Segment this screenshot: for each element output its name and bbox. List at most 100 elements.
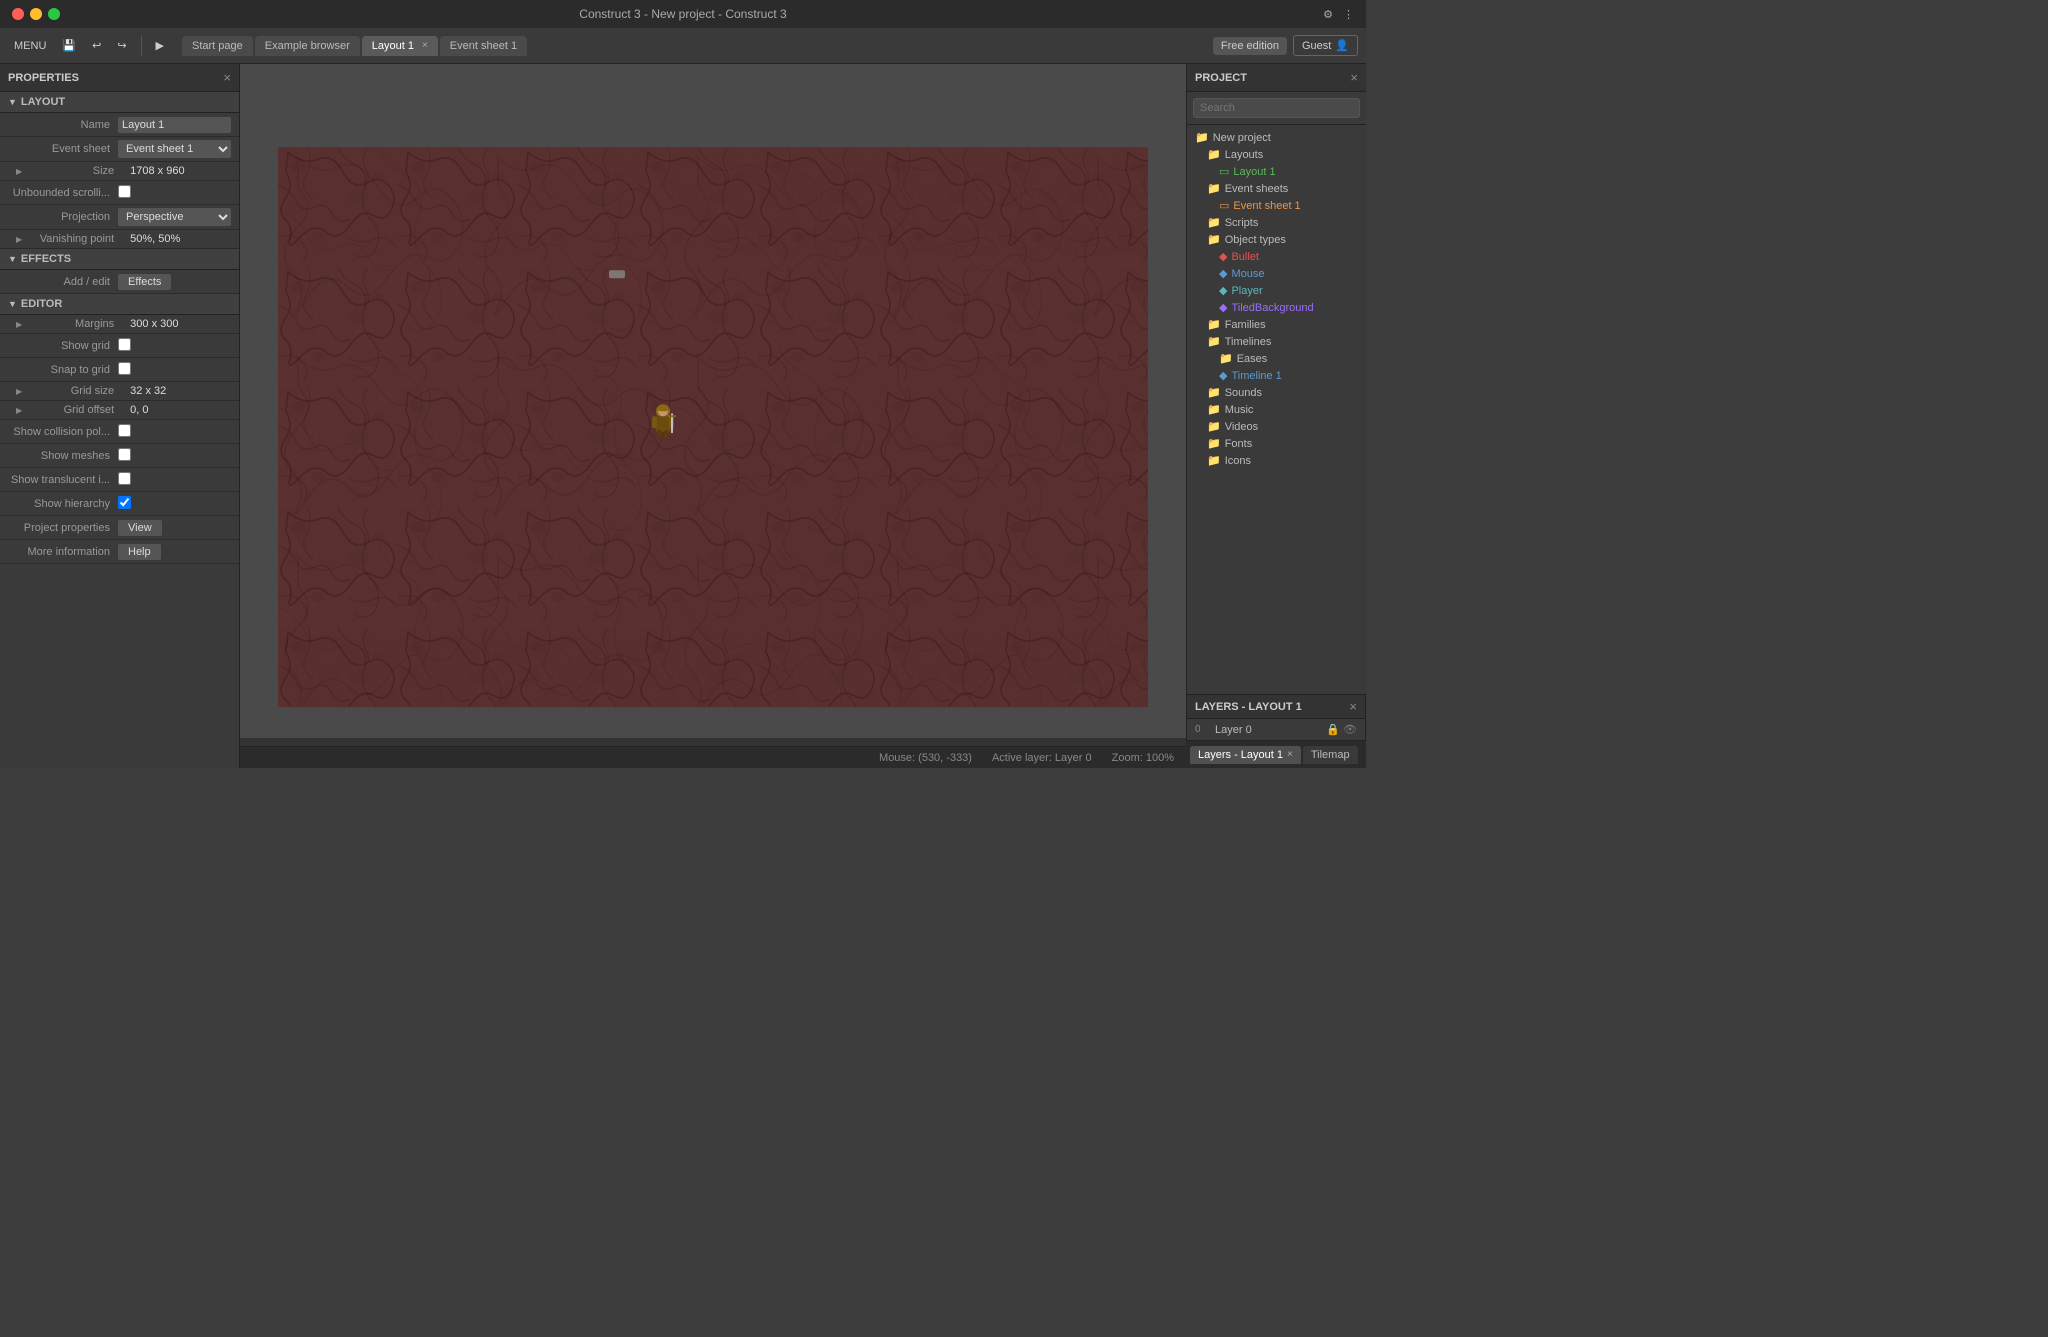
- show-grid-checkbox[interactable]: [118, 338, 131, 351]
- prop-snap-to-grid-label: Snap to grid: [8, 364, 118, 376]
- name-input[interactable]: [118, 117, 231, 133]
- folder-icon: 📁: [1207, 335, 1221, 348]
- tiledbg-icon: ◆: [1219, 301, 1227, 314]
- tree-item-label: Object types: [1225, 234, 1286, 246]
- collision-checkbox[interactable]: [118, 424, 131, 437]
- meshes-checkbox[interactable]: [118, 448, 131, 461]
- undo-button[interactable]: ↩: [86, 36, 107, 55]
- tree-item-new-project[interactable]: 📁 New project: [1187, 129, 1366, 146]
- tab-layers-layout1[interactable]: Layers - Layout 1 ×: [1190, 746, 1301, 764]
- status-bar: Mouse: (530, -333) Active layer: Layer 0…: [240, 746, 1186, 768]
- prop-grid-offset-value: 0, 0: [130, 404, 231, 416]
- prop-unbounded: Unbounded scrolli...: [0, 181, 239, 205]
- tree-item-timeline1[interactable]: ◆ Timeline 1: [1187, 367, 1366, 384]
- effects-button[interactable]: Effects: [118, 274, 171, 290]
- folder-icon: 📁: [1207, 216, 1221, 229]
- tree-item-music[interactable]: 📁 Music: [1187, 401, 1366, 418]
- folder-icon: 📁: [1219, 352, 1233, 365]
- folder-icon: 📁: [1207, 233, 1221, 246]
- prop-size-value: 1708 x 960: [130, 165, 231, 177]
- layers-panel-title: LAYERS - LAYOUT 1: [1195, 701, 1302, 713]
- lock-icon[interactable]: 🔒: [1326, 723, 1340, 736]
- canvas-area[interactable]: Mouse: (530, -333) Active layer: Layer 0…: [240, 64, 1186, 768]
- layers-panel-close[interactable]: ×: [1349, 699, 1357, 714]
- hierarchy-checkbox[interactable]: [118, 496, 131, 509]
- prop-translucent-value: [118, 472, 231, 488]
- play-button[interactable]: ▶: [150, 36, 170, 55]
- tree-item-families[interactable]: 📁 Families: [1187, 316, 1366, 333]
- tree-item-label: Bullet: [1231, 251, 1259, 263]
- tree-item-bullet[interactable]: ◆ Bullet: [1187, 248, 1366, 265]
- tree-item-sounds[interactable]: 📁 Sounds: [1187, 384, 1366, 401]
- snap-to-grid-checkbox[interactable]: [118, 362, 131, 375]
- layer-row-0[interactable]: 0 Layer 0 🔒 👁: [1187, 719, 1365, 740]
- layout-canvas[interactable]: [278, 147, 1148, 707]
- tree-item-scripts[interactable]: 📁 Scripts: [1187, 214, 1366, 231]
- guest-button[interactable]: Guest 👤: [1293, 35, 1358, 56]
- tab-events1-label: Event sheet 1: [450, 40, 517, 52]
- project-search-input[interactable]: [1193, 98, 1360, 118]
- tree-item-timelines[interactable]: 📁 Timelines: [1187, 333, 1366, 350]
- tree-item-icons[interactable]: 📁 Icons: [1187, 452, 1366, 469]
- close-button[interactable]: [12, 8, 24, 20]
- editor-section-header[interactable]: ▼ EDITOR: [0, 294, 239, 315]
- maximize-button[interactable]: [48, 8, 60, 20]
- tree-item-event-sheet1[interactable]: ▭ Event sheet 1: [1187, 197, 1366, 214]
- tree-item-label: Icons: [1225, 455, 1251, 467]
- tab-start-page[interactable]: Start page: [182, 36, 253, 56]
- prop-meshes: Show meshes: [0, 444, 239, 468]
- save-button[interactable]: 💾: [56, 36, 82, 55]
- effects-arrow-icon: ▼: [8, 254, 17, 264]
- effects-section-header[interactable]: ▼ EFFECTS: [0, 249, 239, 270]
- layout-arrow-icon: ▼: [8, 97, 17, 107]
- prop-translucent-label: Show translucent i...: [8, 474, 118, 486]
- layers-panel-header: LAYERS - LAYOUT 1 ×: [1187, 695, 1365, 719]
- folder-icon: 📁: [1207, 386, 1221, 399]
- tree-item-object-types[interactable]: 📁 Object types: [1187, 231, 1366, 248]
- zoom-level: Zoom: 100%: [1112, 752, 1174, 764]
- unbounded-checkbox[interactable]: [118, 185, 131, 198]
- layout-section-header[interactable]: ▼ LAYOUT: [0, 92, 239, 113]
- tree-item-eases[interactable]: 📁 Eases: [1187, 350, 1366, 367]
- tree-item-mouse[interactable]: ◆ Mouse: [1187, 265, 1366, 282]
- visibility-icon[interactable]: 👁: [1343, 723, 1357, 736]
- tree-item-label: Timelines: [1225, 336, 1272, 348]
- menu-button[interactable]: MENU: [8, 37, 52, 55]
- tab-layout1-close[interactable]: ×: [422, 40, 428, 51]
- toolbar-right: Free edition Guest 👤: [1213, 35, 1358, 56]
- tree-item-tiledbg[interactable]: ◆ TiledBackground: [1187, 299, 1366, 316]
- tab-layers-close[interactable]: ×: [1287, 749, 1293, 760]
- tree-item-fonts[interactable]: 📁 Fonts: [1187, 435, 1366, 452]
- help-button[interactable]: Help: [118, 544, 161, 560]
- tree-item-label: Event sheets: [1225, 183, 1289, 195]
- view-button[interactable]: View: [118, 520, 162, 536]
- projection-select[interactable]: Perspective: [118, 208, 231, 226]
- folder-icon: 📁: [1207, 454, 1221, 467]
- horizontal-scrollbar[interactable]: [240, 738, 1186, 746]
- settings-icon[interactable]: ⚙: [1323, 8, 1333, 21]
- tab-events1[interactable]: Event sheet 1: [440, 36, 527, 56]
- translucent-checkbox[interactable]: [118, 472, 131, 485]
- tree-item-videos[interactable]: 📁 Videos: [1187, 418, 1366, 435]
- tree-item-label: Sounds: [1225, 387, 1262, 399]
- tree-item-event-sheets[interactable]: 📁 Event sheets: [1187, 180, 1366, 197]
- prop-projection-label: Projection: [8, 211, 118, 223]
- save-icon: 💾: [62, 40, 76, 52]
- minimize-button[interactable]: [30, 8, 42, 20]
- prop-effects-add-label: Add / edit: [8, 276, 118, 288]
- tree-item-layouts[interactable]: 📁 Layouts: [1187, 146, 1366, 163]
- project-panel-close[interactable]: ×: [1350, 70, 1358, 85]
- event-sheet-select[interactable]: Event sheet 1: [118, 140, 231, 158]
- tree-item-layout1[interactable]: ▭ Layout 1: [1187, 163, 1366, 180]
- properties-panel-close[interactable]: ×: [223, 70, 231, 85]
- free-edition-button[interactable]: Free edition: [1213, 37, 1287, 55]
- tab-example-browser[interactable]: Example browser: [255, 36, 360, 56]
- more-icon[interactable]: ⋮: [1343, 8, 1354, 21]
- tab-layout1[interactable]: Layout 1 ×: [362, 36, 438, 56]
- tree-item-player[interactable]: ◆ Player: [1187, 282, 1366, 299]
- prop-grid-size-label: Grid size: [26, 385, 122, 397]
- player-sprite[interactable]: [643, 399, 683, 439]
- redo-button[interactable]: ↪: [111, 36, 132, 55]
- play-icon: ▶: [156, 40, 164, 52]
- tab-tilemap[interactable]: Tilemap: [1303, 746, 1358, 764]
